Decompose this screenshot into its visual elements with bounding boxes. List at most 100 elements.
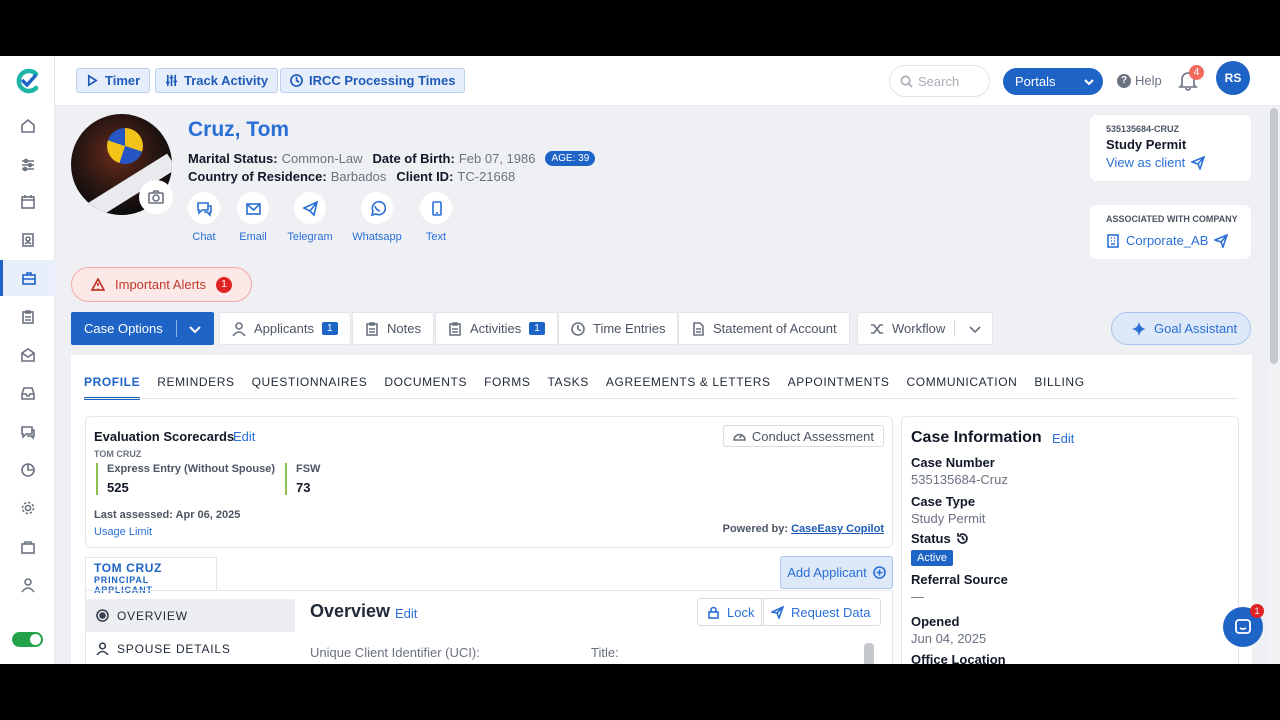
status-badge: Active: [911, 550, 953, 566]
score-label: FSW: [296, 463, 321, 475]
add-applicant-button[interactable]: Add Applicant: [780, 556, 893, 589]
goal-assistant-button[interactable]: Goal Assistant: [1111, 312, 1251, 345]
whatsapp-action[interactable]: Whatsapp: [347, 192, 407, 243]
subtab-communication[interactable]: COMMUNICATION: [907, 375, 1018, 400]
inbox-icon[interactable]: [0, 375, 55, 411]
caseeasy-logo[interactable]: [14, 67, 42, 95]
clock-icon: [290, 74, 303, 87]
subtab-questionnaires[interactable]: QUESTIONNAIRES: [252, 375, 368, 400]
view-as-client-link[interactable]: View as client: [1106, 155, 1206, 170]
calendar-icon[interactable]: [0, 184, 55, 220]
statement-of-account-tab[interactable]: Statement of Account: [678, 312, 850, 345]
case-options-button[interactable]: Case Options: [71, 312, 214, 345]
gauge-icon: [733, 433, 746, 441]
request-data-button[interactable]: Request Data: [761, 598, 881, 626]
text-action[interactable]: Text: [406, 192, 466, 243]
goal-assistant-label: Goal Assistant: [1154, 321, 1238, 336]
subtab-profile[interactable]: PROFILE: [84, 375, 141, 400]
change-photo-button[interactable]: [139, 180, 173, 214]
notifications-button[interactable]: 4: [1177, 65, 1204, 93]
scrollbar-thumb[interactable]: [1270, 108, 1278, 364]
menu-spouse-label: SPOUSE DETAILS: [117, 641, 231, 656]
subtab-agreements[interactable]: AGREEMENTS & LETTERS: [606, 375, 771, 400]
evaluation-person: TOM CRUZ: [94, 449, 142, 459]
applicants-tab[interactable]: Applicants 1: [219, 312, 351, 345]
applicant-name: TOM CRUZ: [94, 561, 162, 575]
page-scrollbar[interactable]: [1268, 106, 1280, 664]
subtab-billing[interactable]: BILLING: [1034, 375, 1084, 400]
contact-card-icon[interactable]: [0, 222, 55, 258]
history-icon[interactable]: [956, 532, 969, 545]
company-link[interactable]: Corporate_AB: [1106, 233, 1229, 248]
sliders-icon: [165, 74, 178, 87]
track-activity-button[interactable]: Track Activity: [155, 68, 279, 93]
briefcase-icon[interactable]: [0, 529, 55, 565]
send-icon: [1191, 155, 1206, 170]
home-icon[interactable]: [0, 108, 55, 144]
shuffle-icon: [871, 323, 883, 334]
applicant-tab-tom-cruz[interactable]: TOM CRUZ PRINCIPAL APPLICANT: [85, 557, 217, 595]
user-icon[interactable]: [0, 567, 55, 603]
app-window: Timer Track Activity IRCC Processing Tim…: [0, 56, 1280, 664]
reports-icon[interactable]: [0, 452, 55, 488]
activities-tab[interactable]: Activities 1: [435, 312, 558, 345]
telegram-action[interactable]: Telegram: [280, 192, 340, 243]
email-action[interactable]: Email: [223, 192, 283, 243]
phone-icon: [431, 200, 442, 216]
clipboard-icon[interactable]: [0, 299, 55, 335]
important-alerts-button[interactable]: Important Alerts 1: [71, 267, 252, 302]
filters-icon[interactable]: [0, 147, 55, 183]
warning-icon: [91, 277, 105, 291]
conduct-assessment-button[interactable]: Conduct Assessment: [722, 425, 884, 447]
ircc-processing-times-button[interactable]: IRCC Processing Times: [280, 68, 466, 93]
overview-edit-link[interactable]: Edit: [395, 606, 417, 621]
country-label: Country of Residence:: [188, 169, 327, 184]
settings-icon[interactable]: [0, 490, 55, 526]
timer-button[interactable]: Timer: [76, 68, 151, 93]
subtab-forms[interactable]: FORMS: [484, 375, 530, 400]
score-value: 525: [107, 480, 129, 495]
case-type-label: Case Type: [911, 494, 976, 509]
chevron-down-icon: [969, 326, 981, 334]
help-link[interactable]: ? Help: [1117, 73, 1162, 88]
score-value: 73: [296, 480, 311, 495]
score-fsw: FSW 73: [285, 463, 365, 495]
notes-tab[interactable]: Notes: [352, 312, 434, 345]
marital-status-value: Common-Law: [281, 151, 363, 166]
mode-toggle[interactable]: [12, 632, 43, 647]
time-entries-tab[interactable]: Time Entries: [558, 312, 679, 345]
subtab-appointments[interactable]: APPOINTMENTS: [788, 375, 890, 400]
sidebar: [0, 56, 55, 664]
plus-circle-icon: [872, 566, 886, 579]
case-type-value: Study Permit: [911, 511, 986, 526]
chat-icon: [196, 201, 212, 217]
portals-dropdown[interactable]: Portals: [1003, 68, 1103, 95]
messages-icon[interactable]: [0, 414, 55, 450]
chat-label: Chat: [192, 231, 216, 243]
user-avatar[interactable]: RS: [1216, 61, 1250, 95]
alerts-count: 1: [216, 276, 233, 293]
person-icon: [232, 321, 246, 336]
overview-scrollbar[interactable]: [864, 643, 874, 664]
subtab-reminders[interactable]: REMINDERS: [157, 375, 234, 400]
top-bar: Timer Track Activity IRCC Processing Tim…: [55, 56, 1280, 106]
activities-count: 1: [529, 322, 545, 335]
case-info-edit-link[interactable]: Edit: [1052, 431, 1074, 446]
overview-menu: OVERVIEW SPOUSE DETAILS: [86, 591, 295, 664]
usage-limit-link[interactable]: Usage Limit: [94, 526, 152, 538]
support-chat-button[interactable]: 1: [1223, 604, 1264, 647]
chevron-down-icon: [1084, 79, 1094, 86]
lock-button[interactable]: Lock: [697, 598, 765, 626]
caseeasy-copilot-link[interactable]: CaseEasy Copilot: [791, 523, 884, 535]
subtab-tasks[interactable]: TASKS: [547, 375, 588, 400]
menu-spouse-details[interactable]: SPOUSE DETAILS: [86, 632, 295, 664]
mail-open-icon[interactable]: [0, 337, 55, 373]
cases-icon[interactable]: [0, 260, 55, 296]
opened-label: Opened: [911, 614, 960, 629]
client-info-row-1: Marital Status: Common-Law Date of Birth…: [188, 151, 596, 166]
workflow-tab[interactable]: Workflow: [857, 312, 993, 345]
menu-overview[interactable]: OVERVIEW: [86, 599, 295, 632]
subtab-documents[interactable]: DOCUMENTS: [384, 375, 467, 400]
search-input[interactable]: Search: [889, 65, 990, 97]
evaluation-edit-link[interactable]: Edit: [233, 429, 255, 444]
